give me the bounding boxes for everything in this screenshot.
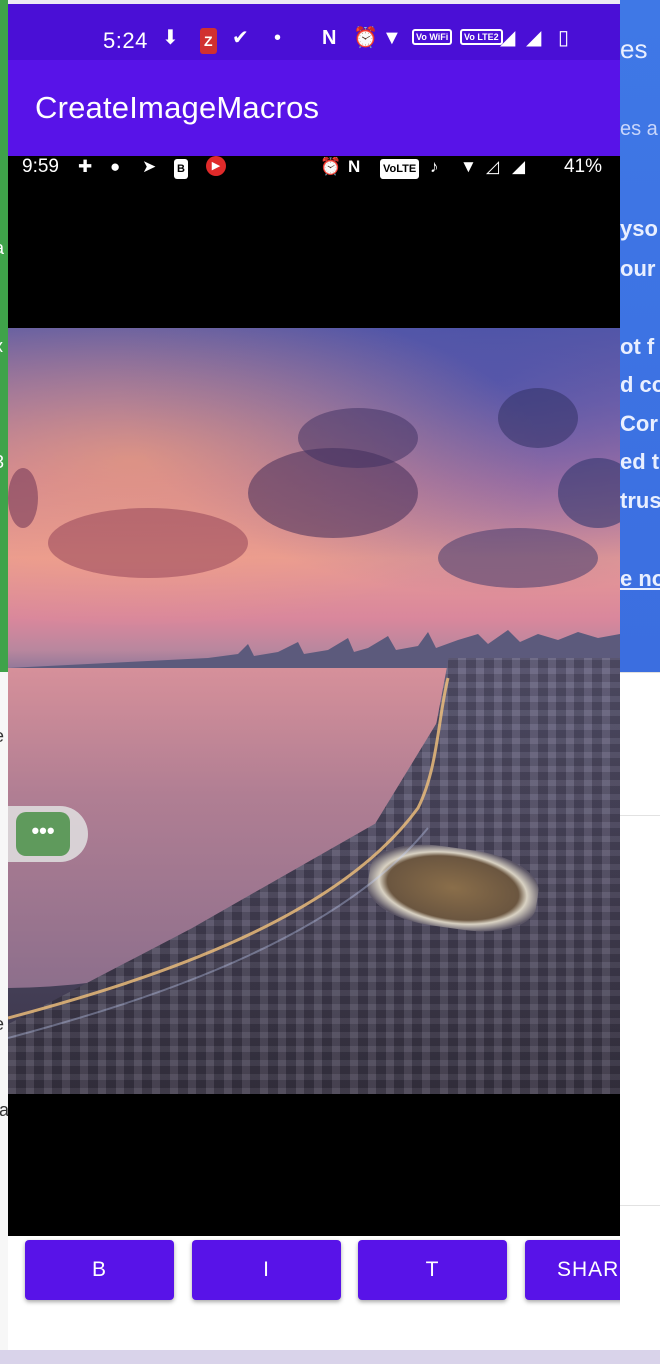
nfc-icon: N bbox=[322, 27, 337, 49]
screenshot-time: 9:59 bbox=[22, 156, 59, 177]
text-button[interactable]: T bbox=[358, 1240, 507, 1300]
dot-icon: • bbox=[274, 27, 282, 49]
zomato-z-icon: Z bbox=[200, 28, 217, 54]
chat-icon: ● bbox=[110, 157, 121, 176]
youtube-icon: ▶ bbox=[206, 156, 226, 176]
button-row: B I T SHAR bbox=[8, 1236, 620, 1350]
wifi-icon: ▼ bbox=[460, 157, 477, 176]
device-status-bar: 5:24 ⬇ Z ✔ • N ⏰ ▼ Vo WiFi Vo LTE2 ◢ ◢ ▯ bbox=[8, 4, 620, 60]
background-text: trus bbox=[620, 488, 660, 513]
background-app-panel: es es a yso our ot f d co Cor ed to trus… bbox=[620, 0, 660, 672]
screenshot-status-bar: 9:59 ✚ ● ➤ B ▶ ⏰ N VoLTE ♪ ▼ ◿ ◢ 41% bbox=[8, 156, 620, 179]
alarm-icon: ⏰ bbox=[320, 157, 342, 176]
volte2-icon: Vo LTE2 bbox=[460, 29, 503, 45]
app-title: CreateImageMacros bbox=[35, 90, 320, 125]
signal-icon: ◢ bbox=[526, 27, 542, 49]
battery-icon: ▯ bbox=[558, 27, 570, 49]
bold-button[interactable]: B bbox=[25, 1240, 174, 1300]
background-text: ta bbox=[0, 1100, 8, 1120]
italic-button[interactable]: I bbox=[192, 1240, 341, 1300]
background-text: a bbox=[0, 238, 4, 259]
status-time: 5:24 bbox=[103, 28, 148, 53]
alarm-icon: ⏰ bbox=[353, 27, 378, 49]
bottom-strip bbox=[0, 1350, 660, 1364]
signal-icon: ◿ bbox=[486, 157, 500, 176]
share-button[interactable]: SHAR bbox=[525, 1240, 620, 1300]
floating-bubble[interactable]: ••• bbox=[8, 806, 88, 862]
device-screen: 5:24 ⬇ Z ✔ • N ⏰ ▼ Vo WiFi Vo LTE2 ◢ ◢ ▯… bbox=[8, 4, 620, 1350]
more-icon[interactable]: ••• bbox=[16, 812, 70, 856]
background-text: e bbox=[0, 726, 4, 747]
signal-icon: ◢ bbox=[512, 157, 526, 176]
b-app-icon: B bbox=[174, 159, 188, 179]
city-sunset-photo bbox=[8, 328, 620, 1094]
location-pin-icon: ⬇ bbox=[162, 27, 179, 49]
plus-badge-icon: ✚ bbox=[78, 157, 93, 176]
wifi-icon: ▼ bbox=[382, 27, 402, 49]
background-text: x bbox=[0, 336, 3, 357]
background-text: Cor bbox=[620, 411, 658, 436]
volte-icon: VoLTE bbox=[380, 159, 420, 179]
background-text: es bbox=[620, 34, 648, 64]
background-text: 3 bbox=[0, 452, 4, 473]
background-text: es a bbox=[620, 118, 658, 140]
promenade-curve bbox=[8, 677, 450, 1039]
check-circle-icon: ✔ bbox=[232, 27, 249, 49]
screenshot-battery: 41% bbox=[563, 156, 602, 177]
background-app-left-edge: a x 3 e r e ta ( bbox=[0, 0, 8, 1364]
background-text: d co bbox=[620, 372, 660, 397]
telegram-icon: ➤ bbox=[142, 157, 157, 176]
background-text: e bbox=[0, 1014, 4, 1035]
mute-icon: ♪ bbox=[430, 157, 439, 176]
screenshot-image: 9:59 ✚ ● ➤ B ▶ ⏰ N VoLTE ♪ ▼ ◿ ◢ 41% ••• bbox=[8, 156, 620, 1236]
background-text: yso bbox=[620, 216, 658, 241]
app-bar: CreateImageMacros bbox=[8, 60, 620, 156]
background-text: ot f bbox=[620, 334, 655, 359]
signal-icon: ◢ bbox=[500, 27, 516, 49]
background-text: our bbox=[620, 256, 656, 281]
vowifi-icon: Vo WiFi bbox=[412, 29, 453, 45]
background-text: ed to bbox=[620, 449, 660, 474]
nfc-icon: N bbox=[348, 157, 361, 176]
background-text: e no bbox=[620, 566, 660, 591]
background-app-lower bbox=[620, 672, 660, 1353]
